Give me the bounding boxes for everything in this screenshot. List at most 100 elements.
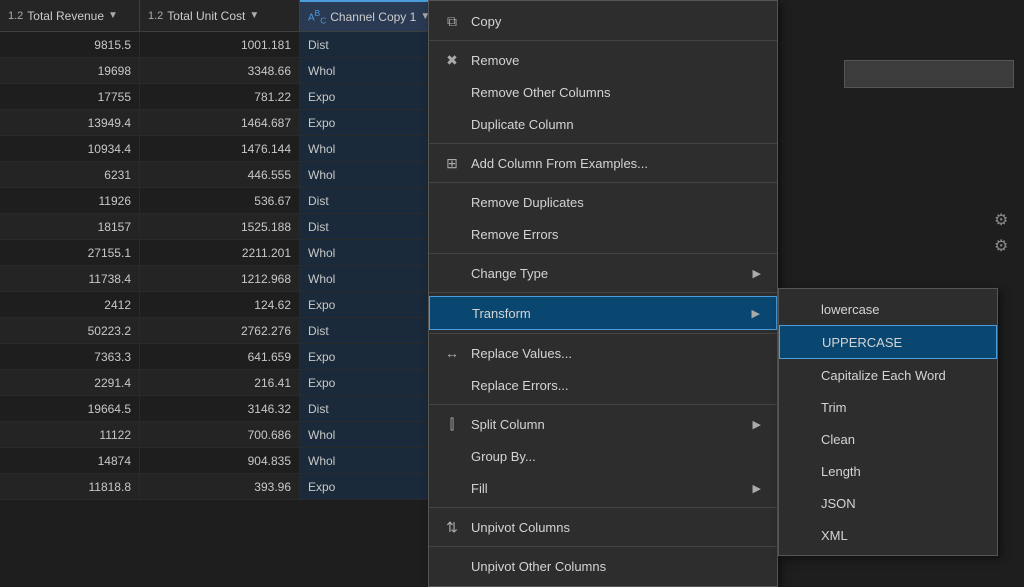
cell-revenue: 10934.4 — [0, 136, 140, 161]
table-row: 7363.3 641.659 Expo — [0, 344, 430, 370]
remove-icon: ✖ — [441, 49, 463, 71]
menu-label: Remove — [471, 53, 519, 68]
menu-separator — [429, 182, 777, 183]
menu-item-copy[interactable]: ⧉ Copy — [429, 5, 777, 37]
cell-channel: Whol — [300, 58, 430, 83]
cell-unit-cost: 216.41 — [140, 370, 300, 395]
cell-channel: Expo — [300, 370, 430, 395]
cell-unit-cost: 2762.276 — [140, 318, 300, 343]
menu-separator — [429, 404, 777, 405]
menu-label: Unpivot Other Columns — [471, 559, 606, 574]
menu-label: Duplicate Column — [471, 117, 574, 132]
cell-revenue: 19698 — [0, 58, 140, 83]
submenu-arrow: ▶ — [753, 482, 761, 495]
table-row: 18157 1525.188 Dist — [0, 214, 430, 240]
submenu-item-lowercase[interactable]: lowercase — [779, 293, 997, 325]
submenu-label: UPPERCASE — [822, 335, 902, 350]
submenu-arrow: ▶ — [752, 307, 760, 320]
cell-unit-cost: 700.686 — [140, 422, 300, 447]
sort-icon-unit: ▼ — [249, 10, 259, 21]
menu-item-replace_values[interactable]: ↔ Replace Values... — [429, 337, 777, 369]
submenu-item-clean[interactable]: Clean — [779, 423, 997, 455]
menu-item-unpivot_other_columns[interactable]: Unpivot Other Columns — [429, 550, 777, 582]
table-row: 2412 124.62 Expo — [0, 292, 430, 318]
table-row: 19664.5 3146.32 Dist — [0, 396, 430, 422]
table-row: 2291.4 216.41 Expo — [0, 370, 430, 396]
menu-label: Change Type — [471, 266, 548, 281]
col-header-unit-cost[interactable]: 1.2 Total Unit Cost ▼ — [140, 0, 300, 31]
menu-item-remove[interactable]: ✖ Remove — [429, 44, 777, 76]
transform-icon — [442, 302, 464, 324]
menu-label: Group By... — [471, 449, 536, 464]
table-body: 9815.5 1001.181 Dist 19698 3348.66 Whol … — [0, 32, 430, 500]
col-header-revenue[interactable]: 1.2 Total Revenue ▼ — [0, 0, 140, 31]
menu-item-remove_other_columns[interactable]: Remove Other Columns — [429, 76, 777, 108]
cell-revenue: 50223.2 — [0, 318, 140, 343]
menu-separator — [429, 253, 777, 254]
table-row: 11738.4 1212.968 Whol — [0, 266, 430, 292]
cell-unit-cost: 124.62 — [140, 292, 300, 317]
menu-item-transform[interactable]: Transform ▶ — [429, 296, 777, 330]
table-row: 11818.8 393.96 Expo — [0, 474, 430, 500]
lowercase-icon — [791, 298, 813, 320]
length-icon — [791, 460, 813, 482]
json-icon — [791, 492, 813, 514]
menu-item-add_column_examples[interactable]: ⊞ Add Column From Examples... — [429, 147, 777, 179]
cell-revenue: 2412 — [0, 292, 140, 317]
split-icon: ⫿ — [441, 413, 463, 435]
submenu-item-json[interactable]: JSON — [779, 487, 997, 519]
menu-item-duplicate_column[interactable]: Duplicate Column — [429, 108, 777, 140]
menu-item-fill[interactable]: Fill ▶ — [429, 472, 777, 504]
menu-separator — [429, 40, 777, 41]
menu-label: Remove Duplicates — [471, 195, 584, 210]
gear-icon-2[interactable]: ⚙ — [994, 236, 1014, 256]
col-header-channel[interactable]: ABC Channel Copy 1 ▼ — [300, 0, 430, 31]
menu-item-unpivot_columns[interactable]: ⇅ Unpivot Columns — [429, 511, 777, 543]
group_by-icon — [441, 445, 463, 467]
gear-icon-1[interactable]: ⚙ — [994, 210, 1014, 230]
context-menu: ⧉ Copy ✖ Remove Remove Other Columns Dup… — [428, 0, 778, 587]
table-row: 14874 904.835 Whol — [0, 448, 430, 474]
table-row: 13949.4 1464.687 Expo — [0, 110, 430, 136]
cell-unit-cost: 641.659 — [140, 344, 300, 369]
data-table: 1.2 Total Revenue ▼ 1.2 Total Unit Cost … — [0, 0, 430, 573]
menu-item-change_type[interactable]: Change Type ▶ — [429, 257, 777, 289]
xml-icon — [791, 524, 813, 546]
unpivot_other_columns-icon — [441, 555, 463, 577]
menu-separator — [429, 292, 777, 293]
menu-item-remove_duplicates[interactable]: Remove Duplicates — [429, 186, 777, 218]
remove_other_columns-icon — [441, 81, 463, 103]
menu-item-replace_errors[interactable]: Replace Errors... — [429, 369, 777, 401]
trim-icon — [791, 396, 813, 418]
unpivot-icon: ⇅ — [441, 516, 463, 538]
menu-item-remove_errors[interactable]: Remove Errors — [429, 218, 777, 250]
cell-channel: Expo — [300, 344, 430, 369]
submenu-item-trim[interactable]: Trim — [779, 391, 997, 423]
cell-channel: Whol — [300, 162, 430, 187]
menu-label: Copy — [471, 14, 501, 29]
submenu-item-capitalize[interactable]: Capitalize Each Word — [779, 359, 997, 391]
cell-revenue: 19664.5 — [0, 396, 140, 421]
search-box[interactable] — [844, 60, 1014, 88]
menu-separator — [429, 507, 777, 508]
submenu-item-uppercase[interactable]: UPPERCASE — [779, 325, 997, 359]
cell-unit-cost: 1464.687 — [140, 110, 300, 135]
table-row: 50223.2 2762.276 Dist — [0, 318, 430, 344]
cell-unit-cost: 3146.32 — [140, 396, 300, 421]
transform-submenu: lowercase UPPERCASE Capitalize Each Word… — [778, 288, 998, 556]
submenu-item-xml[interactable]: XML — [779, 519, 997, 551]
number-icon-2: 1.2 — [148, 10, 163, 22]
menu-separator — [429, 546, 777, 547]
cell-revenue: 27155.1 — [0, 240, 140, 265]
submenu-label: Capitalize Each Word — [821, 368, 946, 383]
menu-separator — [429, 333, 777, 334]
submenu-label: Clean — [821, 432, 855, 447]
remove_errors-icon — [441, 223, 463, 245]
menu-item-split_column[interactable]: ⫿ Split Column ▶ — [429, 408, 777, 440]
number-icon: 1.2 — [8, 10, 23, 22]
menu-item-group_by[interactable]: Group By... — [429, 440, 777, 472]
abc-icon: ABC — [308, 8, 326, 25]
menu-label: Fill — [471, 481, 488, 496]
cell-revenue: 11818.8 — [0, 474, 140, 499]
submenu-item-length[interactable]: Length — [779, 455, 997, 487]
